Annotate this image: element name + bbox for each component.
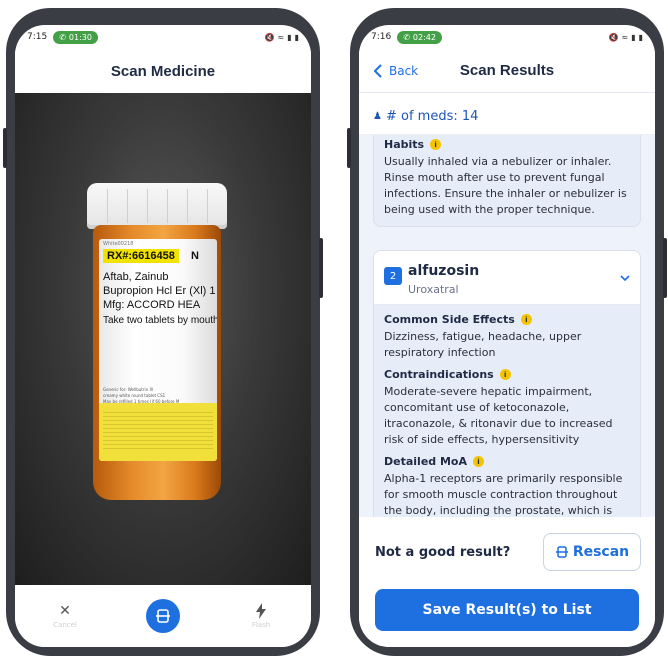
section-title: Habits i [384, 138, 630, 151]
section-text: Moderate-severe hepatic impairment, conc… [384, 385, 613, 446]
not-good-label: Not a good result? [375, 545, 511, 560]
status-icons: 🔇 ≈ ▮ ▮ [609, 33, 643, 42]
volume-button [347, 128, 351, 168]
med-number-badge: 2 [384, 267, 402, 285]
chevron-left-icon [373, 63, 382, 78]
mute-icon: 🔇 [264, 32, 275, 42]
scan-icon [555, 546, 568, 558]
results-list[interactable]: Habits i Usually inhaled via a nebulizer… [359, 135, 655, 517]
header: Scan Medicine [15, 49, 311, 93]
section-text: Dizziness, fatigue, headache, upper resp… [384, 330, 582, 359]
section-title: Detailed MoA [384, 455, 467, 468]
info-icon[interactable]: i [499, 369, 511, 380]
header: Back Scan Results [359, 49, 655, 93]
drug-name: alfuzosin [408, 263, 480, 279]
section-title: Contraindications [384, 368, 494, 381]
info-icon[interactable]: i [520, 314, 532, 325]
patient-name: Aftab, Zainub [103, 271, 169, 283]
power-button [319, 238, 323, 298]
status-time: 7:15 [27, 32, 48, 42]
flash-label: Flash [251, 621, 271, 629]
chevron-down-icon[interactable] [620, 273, 630, 283]
prescription-label: White00218 RX#:6616458 N Aftab, Zainub B… [99, 239, 217, 461]
screen-left: 7:15 ✆ 01:30 🔇 ≈ ▮ ▮ Scan Medicine White… [15, 25, 311, 647]
mute-icon: 🔇 [608, 32, 619, 42]
screen-right: 7:16 ✆ 02:42 🔇 ≈ ▮ ▮ Back Scan Results ♟… [359, 25, 655, 647]
section-text: Usually inhaled via a nebulizer or inhal… [384, 155, 627, 216]
status-bar: 7:15 ✆ 01:30 🔇 ≈ ▮ ▮ [15, 25, 311, 49]
close-icon: ✕ [59, 603, 71, 619]
power-button [663, 238, 667, 298]
phone-icon: ✆ [403, 32, 410, 42]
rx-number: RX#:6616458 [103, 249, 179, 263]
footer: Not a good result? Rescan Save Result(s)… [359, 517, 655, 647]
status-icons: 🔇 ≈ ▮ ▮ [265, 33, 299, 42]
scan-icon [156, 609, 170, 623]
stage: 7:15 ✆ 01:30 🔇 ≈ ▮ ▮ Scan Medicine White… [0, 0, 668, 668]
med-card-2: 2 alfuzosin Uroxatral Common Side Effect… [373, 250, 641, 517]
med-card-1: Habits i Usually inhaled via a nebulizer… [373, 135, 641, 227]
phone-icon: ✆ [59, 32, 66, 42]
drug-brand: Uroxatral [408, 283, 459, 296]
info-icon[interactable]: i [473, 456, 484, 467]
volume-button [3, 128, 7, 168]
rx-suffix: N [191, 250, 199, 262]
section-title-text: Habits [384, 138, 425, 151]
section-side-effects: Common Side Effects i Dizziness, fatigue,… [384, 313, 630, 361]
signal-icon: ▮ [631, 32, 636, 42]
capture-button[interactable] [146, 599, 180, 633]
section-title: Common Side Effects [384, 313, 515, 326]
battery-icon: ▮ [638, 32, 643, 42]
phone-right: 7:16 ✆ 02:42 🔇 ≈ ▮ ▮ Back Scan Results ♟… [347, 8, 667, 656]
status-time: 7:16 [371, 32, 392, 42]
mfg-line: Mfg: ACCORD HEA [103, 299, 201, 311]
call-timer-pill[interactable]: ✆ 01:30 [53, 30, 98, 44]
save-label: Save Result(s) to List [422, 602, 592, 618]
bottle-cap [87, 183, 227, 229]
status-bar: 7:16 ✆ 02:42 🔇 ≈ ▮ ▮ [359, 25, 655, 49]
info-icon[interactable]: i [430, 139, 442, 150]
signal-icon: ▮ [287, 32, 292, 42]
label-top-small: White00218 [103, 241, 134, 247]
phone-left: 7:15 ✆ 01:30 🔇 ≈ ▮ ▮ Scan Medicine White… [3, 8, 323, 656]
camera-controls: ✕ Cancel Flash [15, 585, 311, 647]
rescan-label: Rescan [572, 544, 630, 560]
wifi-icon: ≈ [621, 32, 629, 42]
person-icon: ♟ [373, 111, 382, 122]
call-timer-pill[interactable]: ✆ 02:42 [397, 30, 442, 44]
med-card-body: Common Side Effects i Dizziness, fatigue,… [374, 305, 640, 517]
wifi-icon: ≈ [277, 32, 285, 42]
battery-icon: ▮ [294, 32, 299, 42]
flash-button[interactable]: Flash [241, 603, 281, 629]
tablet-description: creamy white round tablet CS1 [103, 393, 166, 398]
flash-icon [256, 603, 266, 619]
section-moa: Detailed MoA i Alpha-1 receptors are prim… [384, 455, 630, 517]
camera-preview[interactable]: White00218 RX#:6616458 N Aftab, Zainub B… [15, 93, 311, 585]
meds-count: # of meds: 14 [385, 109, 479, 124]
section-contraindications: Contraindications i Moderate-severe hepat… [384, 368, 630, 448]
generic-for: Generic for: Wellbutrin Xl [103, 387, 154, 392]
section-text: Alpha-1 receptors are primarily responsi… [384, 472, 623, 517]
directions-line: Take two tablets by mouth [103, 315, 217, 326]
call-timer: 02:42 [412, 32, 436, 42]
save-results-button[interactable]: Save Result(s) to List [375, 589, 639, 631]
drug-line: Bupropion Hcl Er (Xl) 1 [103, 285, 216, 297]
cancel-button[interactable]: ✕ Cancel [45, 603, 85, 629]
page-title: Scan Medicine [110, 62, 216, 80]
back-label: Back [389, 63, 419, 78]
label-yellow-stripe [99, 403, 217, 461]
back-button[interactable]: Back [359, 64, 418, 78]
med-card-header[interactable]: 2 alfuzosin Uroxatral [374, 251, 640, 305]
meds-count-bar: ♟ # of meds: 14 [359, 99, 655, 135]
rescan-button[interactable]: Rescan [543, 533, 641, 571]
call-timer: 01:30 [68, 32, 92, 42]
cancel-label: Cancel [53, 621, 77, 629]
